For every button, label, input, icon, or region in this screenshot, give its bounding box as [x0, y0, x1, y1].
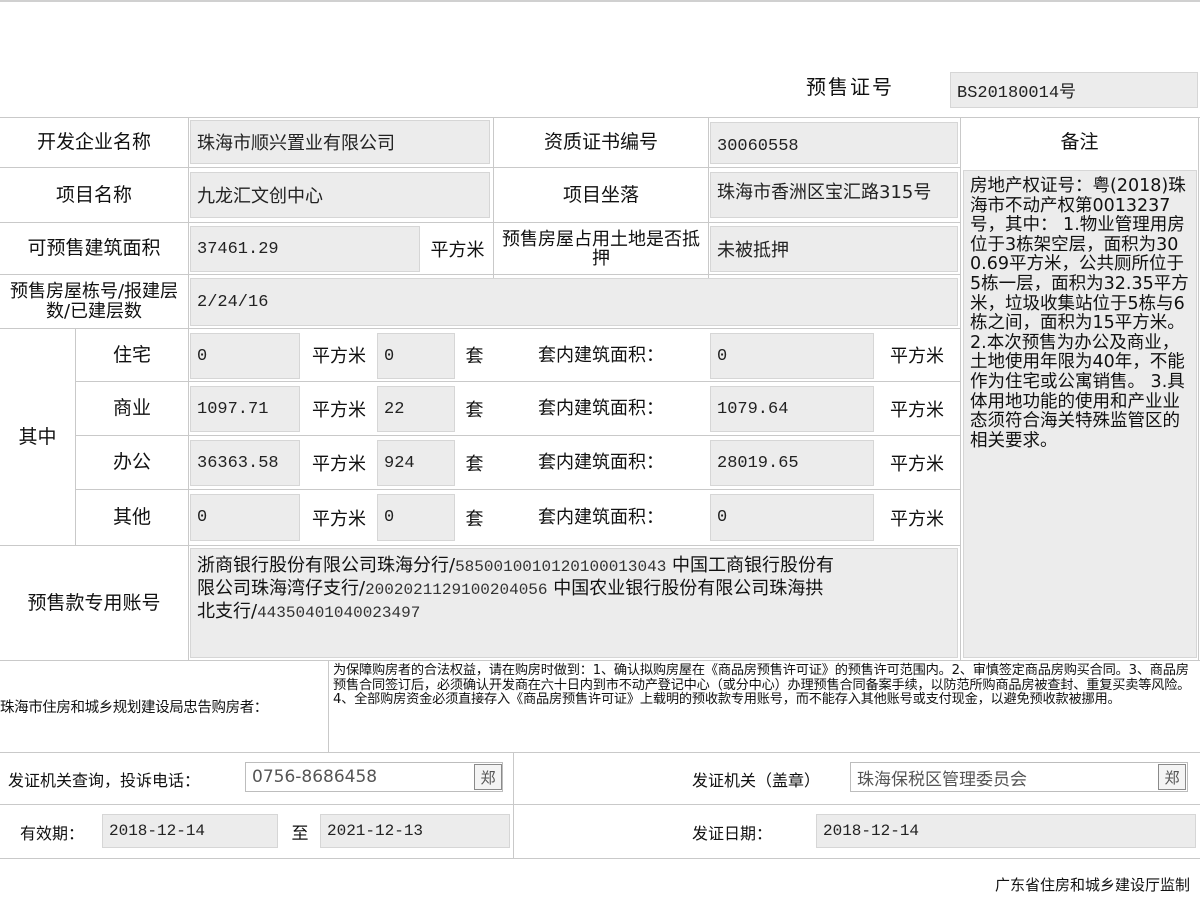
valid-to-separator: 至 — [291, 824, 309, 844]
qual-no-label: 资质证书编号 — [543, 131, 658, 153]
residential-inner-area[interactable]: 0 — [710, 333, 874, 379]
issue-date-field[interactable]: 2018-12-14 — [816, 814, 1196, 848]
phone-seal-button[interactable]: 郑 — [474, 764, 502, 790]
phone-field[interactable]: 0756-8686458 — [245, 762, 503, 792]
other-area[interactable]: 0 — [190, 494, 300, 541]
valid-from-field[interactable]: 2018-12-14 — [102, 814, 278, 848]
location-field[interactable]: 珠海市香洲区宝汇路315号 — [710, 172, 958, 218]
valid-label: 有效期： — [20, 823, 85, 843]
other-inner-label: 套内建筑面积： — [538, 507, 664, 528]
project-name-label: 项目名称 — [55, 183, 132, 206]
residential-area[interactable]: 0 — [190, 333, 300, 379]
developer-field[interactable]: 珠海市顺兴置业有限公司 — [190, 120, 490, 164]
type-residential: 住宅 — [112, 343, 151, 366]
office-area-unit: 平方米 — [312, 453, 366, 475]
office-set-unit: 套 — [465, 453, 484, 475]
type-commercial: 商业 — [112, 397, 151, 419]
office-area[interactable]: 36363.58 — [190, 440, 300, 486]
remarks-label: 备注 — [1060, 131, 1099, 153]
account-line-1: 浙商银行股份有限公司珠海分行/5850010010120100013043 中国… — [197, 555, 835, 576]
valid-to-field[interactable]: 2021-12-13 — [320, 814, 510, 848]
commercial-area[interactable]: 1097.71 — [190, 386, 300, 432]
area-unit: 平方米 — [430, 239, 485, 261]
commercial-inner-area[interactable]: 1079.64 — [710, 386, 874, 432]
residential-inner-unit: 平方米 — [890, 346, 944, 367]
of-which-label: 其中 — [18, 425, 57, 448]
commercial-area-unit: 平方米 — [312, 399, 366, 421]
saleable-area-label: 可预售建筑面积 — [27, 237, 161, 259]
other-set-unit: 套 — [465, 508, 484, 530]
presale-no-field[interactable]: BS20180014号 — [950, 72, 1198, 108]
residential-inner-label: 套内建筑面积： — [538, 344, 664, 366]
office-inner-area[interactable]: 28019.65 — [710, 440, 874, 486]
account-label: 预售款专用账号 — [27, 591, 161, 614]
project-name-field[interactable]: 九龙汇文创中心 — [190, 172, 490, 218]
building-field[interactable]: 2/24/16 — [190, 278, 958, 326]
commercial-inner-unit: 平方米 — [890, 399, 944, 421]
presale-no-label: 预售证号 — [806, 74, 894, 99]
building-label: 预售房屋栋号/报建层数/已建层数 — [9, 280, 179, 322]
account-line-3: 北支行/44350401040023497 — [197, 601, 421, 622]
supervisor-text: 广东省住房和城乡建设厅监制 — [994, 876, 1190, 894]
type-other: 其他 — [112, 506, 151, 528]
residential-set-unit: 套 — [465, 346, 484, 367]
advice-text: 为保障购房者的合法权益，请在购房时做到：1、确认拟购房屋在《商品房预售许可证》的… — [333, 663, 1191, 708]
mortgage-field[interactable]: 未被抵押 — [710, 226, 958, 272]
commercial-inner-label: 套内建筑面积： — [538, 398, 664, 419]
top-border — [0, 0, 1200, 2]
phone-label: 发证机关查询，投诉电话： — [8, 770, 201, 790]
account-field[interactable]: 浙商银行股份有限公司珠海分行/5850010010120100013043 中国… — [190, 548, 958, 658]
type-office: 办公 — [112, 451, 151, 473]
developer-label: 开发企业名称 — [36, 131, 151, 153]
office-inner-unit: 平方米 — [890, 453, 944, 475]
office-inner-label: 套内建筑面积： — [538, 452, 664, 473]
other-inner-area[interactable]: 0 — [710, 494, 874, 541]
other-inner-unit: 平方米 — [890, 508, 944, 530]
saleable-area-field[interactable]: 37461.29 — [190, 226, 420, 272]
advice-label: 珠海市住房和城乡规划建设局忠告购房者： — [0, 700, 268, 716]
commercial-sets[interactable]: 22 — [377, 386, 455, 432]
other-sets[interactable]: 0 — [377, 494, 455, 541]
issuer-label: 发证机关（盖章） — [692, 770, 821, 790]
issuer-seal-button[interactable]: 郑 — [1158, 764, 1186, 790]
remarks-notes[interactable]: 房地产权证号：粤(2018)珠海市不动产权第0013237号，其中： 1.物业管… — [963, 170, 1197, 658]
commercial-set-unit: 套 — [465, 399, 484, 421]
issue-date-label: 发证日期： — [692, 823, 773, 843]
mortgage-label: 预售房屋占用土地是否抵押 — [502, 228, 700, 269]
office-sets[interactable]: 924 — [377, 440, 455, 486]
qual-no-field[interactable]: 30060558 — [710, 122, 958, 164]
issuer-field[interactable]: 珠海保税区管理委员会 — [850, 762, 1188, 792]
account-line-2: 限公司珠海湾仔支行/2002021129100204056 中国农业银行股份有限… — [197, 578, 824, 599]
residential-sets[interactable]: 0 — [377, 333, 455, 379]
location-label: 项目坐落 — [562, 183, 639, 206]
residential-area-unit: 平方米 — [312, 346, 366, 367]
other-area-unit: 平方米 — [312, 508, 366, 530]
